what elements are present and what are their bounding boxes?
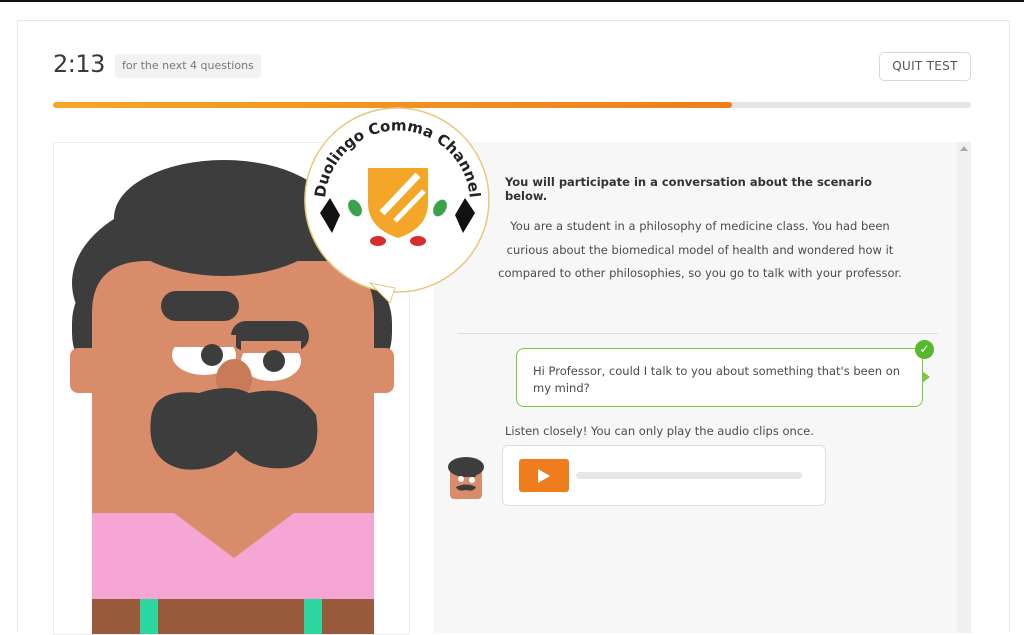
user-message-bubble: Hi Professor, could I talk to you about …: [516, 348, 923, 407]
scenario-body: You are a student in a philosophy of med…: [498, 219, 902, 280]
scenario-title: You will participate in a conversation a…: [505, 175, 872, 203]
play-audio-button[interactable]: [519, 459, 569, 492]
channel-logo-watermark: Duolingo Comma Channel: [304, 107, 490, 303]
check-circle-icon: ✓: [915, 340, 934, 359]
timer: 2:13: [53, 50, 105, 78]
timer-note: for the next 4 questions: [115, 54, 261, 78]
scroll-up-icon[interactable]: [960, 146, 968, 151]
divider: [458, 333, 938, 334]
quit-test-button[interactable]: QUIT TEST: [879, 52, 971, 81]
scrollbar[interactable]: [957, 142, 971, 633]
audio-player: [502, 445, 826, 506]
progress-bar: [53, 102, 971, 108]
top-border: [0, 0, 1024, 2]
play-icon: [538, 469, 550, 483]
bubble-tail: [922, 371, 930, 383]
audio-progress-track: [576, 472, 802, 479]
listen-instruction: Listen closely! You can only play the au…: [505, 424, 814, 438]
professor-avatar: [448, 457, 484, 499]
